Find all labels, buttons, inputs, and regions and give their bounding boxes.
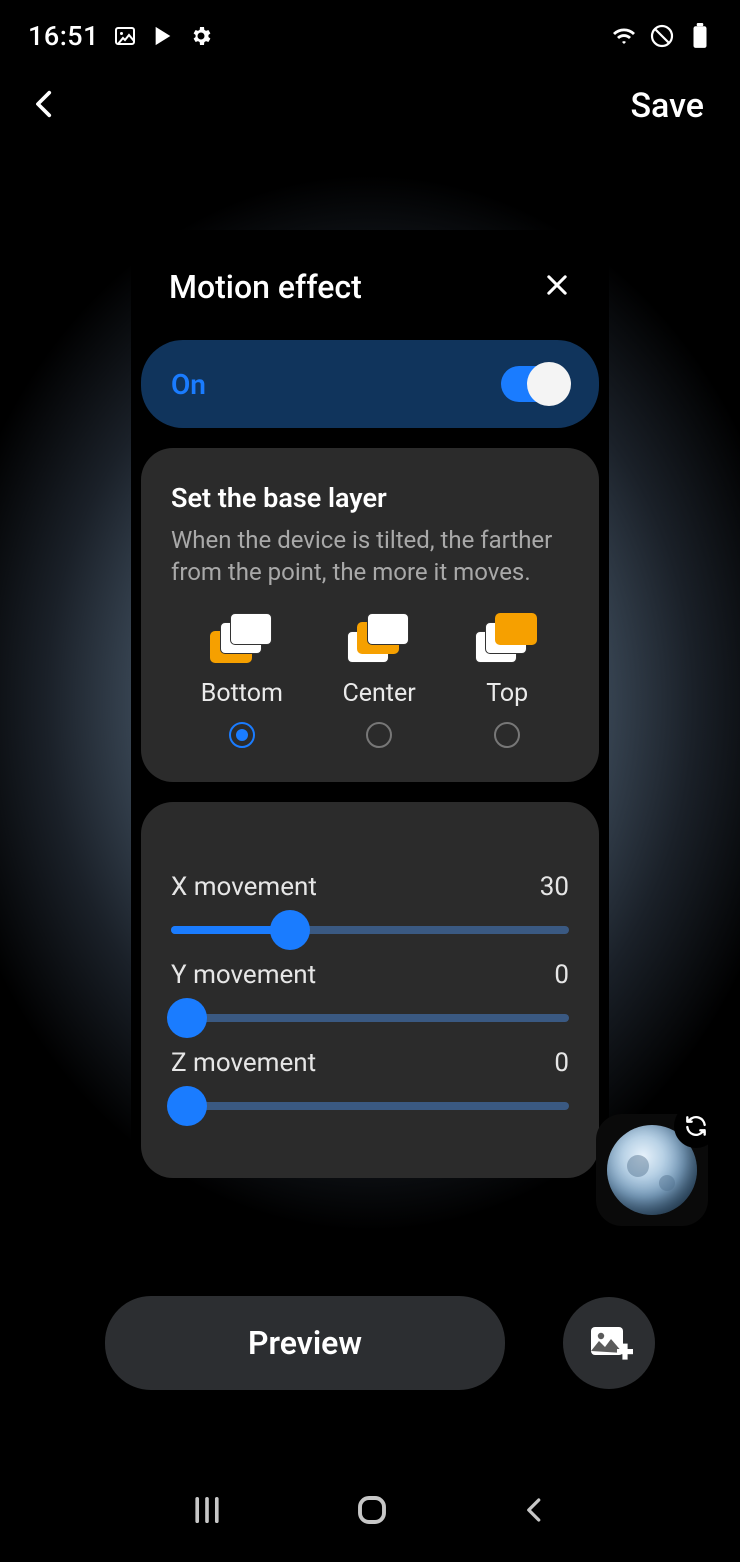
slider-y-block: Y movement 0 bbox=[171, 960, 569, 1022]
system-nav-bar bbox=[0, 1472, 740, 1552]
add-image-icon bbox=[585, 1319, 633, 1367]
slider-z-label: Z movement bbox=[171, 1048, 316, 1078]
add-image-button[interactable] bbox=[563, 1297, 655, 1389]
layer-option-label: Top bbox=[486, 679, 528, 708]
do-not-disturb-icon bbox=[650, 24, 674, 48]
app-top-bar: Save bbox=[0, 62, 740, 150]
radio-center[interactable] bbox=[366, 722, 392, 748]
status-bar: 16:51 bbox=[0, 0, 740, 62]
nav-recent-button[interactable] bbox=[190, 1496, 224, 1528]
layer-center-icon bbox=[347, 613, 411, 665]
layer-option-bottom[interactable]: Bottom bbox=[201, 613, 283, 748]
layer-options: Bottom Center Top bbox=[171, 613, 569, 748]
slider-x-label: X movement bbox=[171, 872, 317, 902]
panel-title: Motion effect bbox=[169, 268, 362, 306]
layer-option-label: Bottom bbox=[201, 679, 283, 708]
slider-y-label: Y movement bbox=[171, 960, 316, 990]
switch-knob bbox=[527, 362, 571, 406]
close-button[interactable] bbox=[543, 271, 571, 303]
slider-z-value: 0 bbox=[554, 1048, 569, 1078]
layer-option-center[interactable]: Center bbox=[342, 613, 415, 748]
wallpaper-thumbnail[interactable] bbox=[596, 1114, 708, 1226]
slider-x-block: X movement 30 bbox=[171, 872, 569, 934]
slider-y[interactable] bbox=[171, 1014, 569, 1022]
base-layer-card: Set the base layer When the device is ti… bbox=[141, 448, 599, 782]
wifi-icon bbox=[612, 24, 636, 48]
motion-toggle-switch[interactable] bbox=[501, 366, 569, 402]
radio-bottom[interactable] bbox=[229, 722, 255, 748]
slider-y-value: 0 bbox=[554, 960, 569, 990]
image-icon bbox=[113, 24, 137, 48]
play-store-icon bbox=[151, 24, 175, 48]
motion-effect-panel: Motion effect On Set the base layer When… bbox=[131, 230, 609, 1178]
status-clock: 16:51 bbox=[28, 20, 99, 52]
layer-bottom-icon bbox=[210, 613, 274, 665]
radio-top[interactable] bbox=[494, 722, 520, 748]
base-layer-title: Set the base layer bbox=[171, 482, 569, 514]
movement-sliders-card: X movement 30 Y movement 0 Z movement 0 bbox=[141, 802, 599, 1178]
nav-back-button[interactable] bbox=[520, 1495, 550, 1529]
nav-home-button[interactable] bbox=[354, 1492, 390, 1532]
refresh-badge[interactable] bbox=[674, 1104, 718, 1148]
bottom-action-row: Preview bbox=[0, 1296, 740, 1390]
slider-z-block: Z movement 0 bbox=[171, 1048, 569, 1110]
layer-top-icon bbox=[475, 613, 539, 665]
back-button[interactable] bbox=[28, 87, 62, 125]
base-layer-description: When the device is tilted, the farther f… bbox=[171, 524, 569, 589]
preview-button[interactable]: Preview bbox=[105, 1296, 505, 1390]
motion-toggle-row[interactable]: On bbox=[141, 340, 599, 428]
slider-z[interactable] bbox=[171, 1102, 569, 1110]
layer-option-top[interactable]: Top bbox=[475, 613, 539, 748]
gear-icon bbox=[189, 24, 213, 48]
battery-icon bbox=[688, 24, 712, 48]
slider-x-value: 30 bbox=[540, 872, 569, 902]
save-button[interactable]: Save bbox=[630, 86, 704, 126]
toggle-label: On bbox=[171, 368, 206, 401]
slider-x[interactable] bbox=[171, 926, 569, 934]
layer-option-label: Center bbox=[342, 679, 415, 708]
refresh-icon bbox=[683, 1113, 709, 1139]
